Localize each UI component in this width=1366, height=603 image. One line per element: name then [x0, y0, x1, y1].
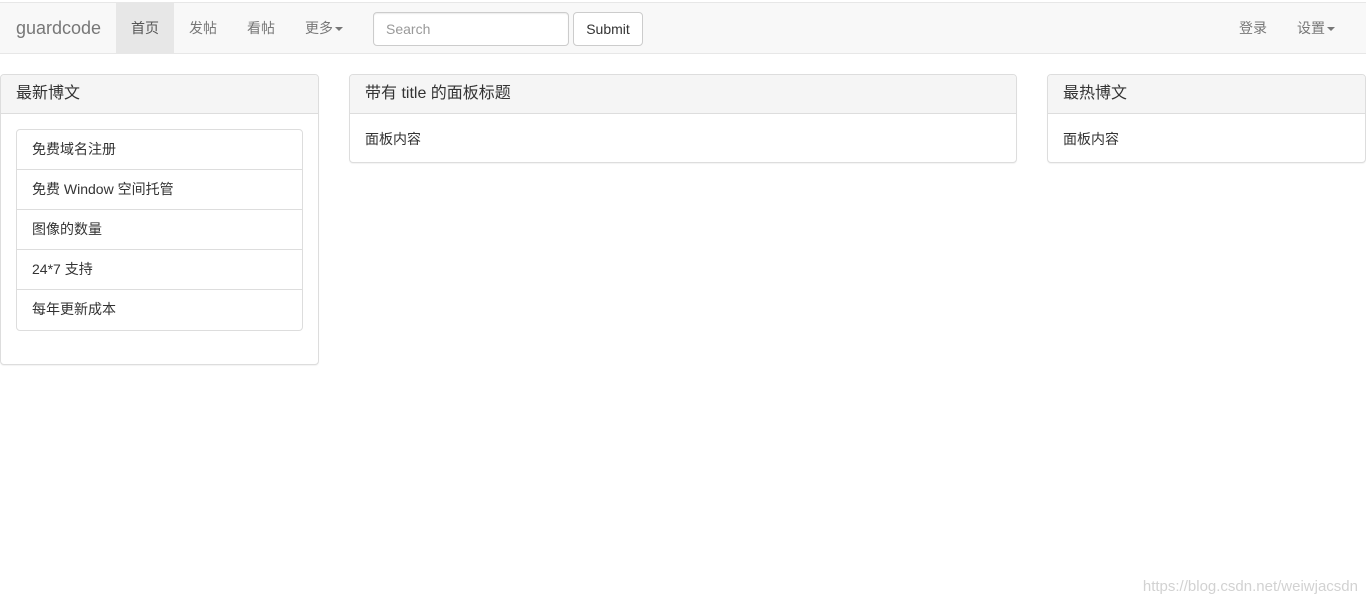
latest-posts-panel: 最新博文 免费域名注册 免费 Window 空间托管 图像的数量 24*7 支持… [0, 74, 319, 365]
login-link[interactable]: 登录 [1224, 3, 1282, 53]
nav-item-post[interactable]: 发帖 [174, 3, 232, 53]
brand-link[interactable]: guardcode [16, 3, 101, 53]
center-panel: 带有 title 的面板标题 面板内容 [349, 74, 1017, 163]
list-item[interactable]: 免费 Window 空间托管 [17, 170, 302, 210]
latest-posts-body: 免费域名注册 免费 Window 空间托管 图像的数量 24*7 支持 每年更新… [1, 114, 318, 366]
hot-posts-panel: 最热博文 面板内容 [1047, 74, 1366, 163]
nav-item-browse[interactable]: 看帖 [232, 3, 290, 53]
list-item[interactable]: 免费域名注册 [17, 130, 302, 170]
nav-item-home[interactable]: 首页 [116, 3, 174, 53]
search-input[interactable] [373, 12, 569, 46]
center-panel-title: 带有 title 的面板标题 [350, 75, 1016, 114]
nav-item-more-label: 更多 [305, 20, 333, 36]
center-panel-content: 面板内容 [365, 131, 421, 147]
top-navbar: guardcode 首页 发帖 看帖 更多 Submit 登录 设置 [0, 2, 1366, 54]
watermark-text: https://blog.csdn.net/weiwjacsdn [1142, 578, 1358, 595]
list-item[interactable]: 24*7 支持 [17, 250, 302, 290]
list-item[interactable]: 图像的数量 [17, 210, 302, 250]
nav-item-more-dropdown[interactable]: 更多 [290, 3, 358, 53]
latest-posts-list: 免费域名注册 免费 Window 空间托管 图像的数量 24*7 支持 每年更新… [16, 129, 303, 331]
caret-down-icon [335, 27, 343, 32]
settings-label: 设置 [1297, 20, 1325, 36]
settings-dropdown[interactable]: 设置 [1282, 3, 1350, 53]
hot-posts-content: 面板内容 [1063, 131, 1119, 147]
submit-button[interactable]: Submit [573, 12, 643, 46]
caret-down-icon [1327, 27, 1335, 32]
hot-posts-title: 最热博文 [1048, 75, 1365, 114]
list-item[interactable]: 每年更新成本 [17, 290, 302, 330]
latest-posts-title: 最新博文 [1, 75, 318, 114]
